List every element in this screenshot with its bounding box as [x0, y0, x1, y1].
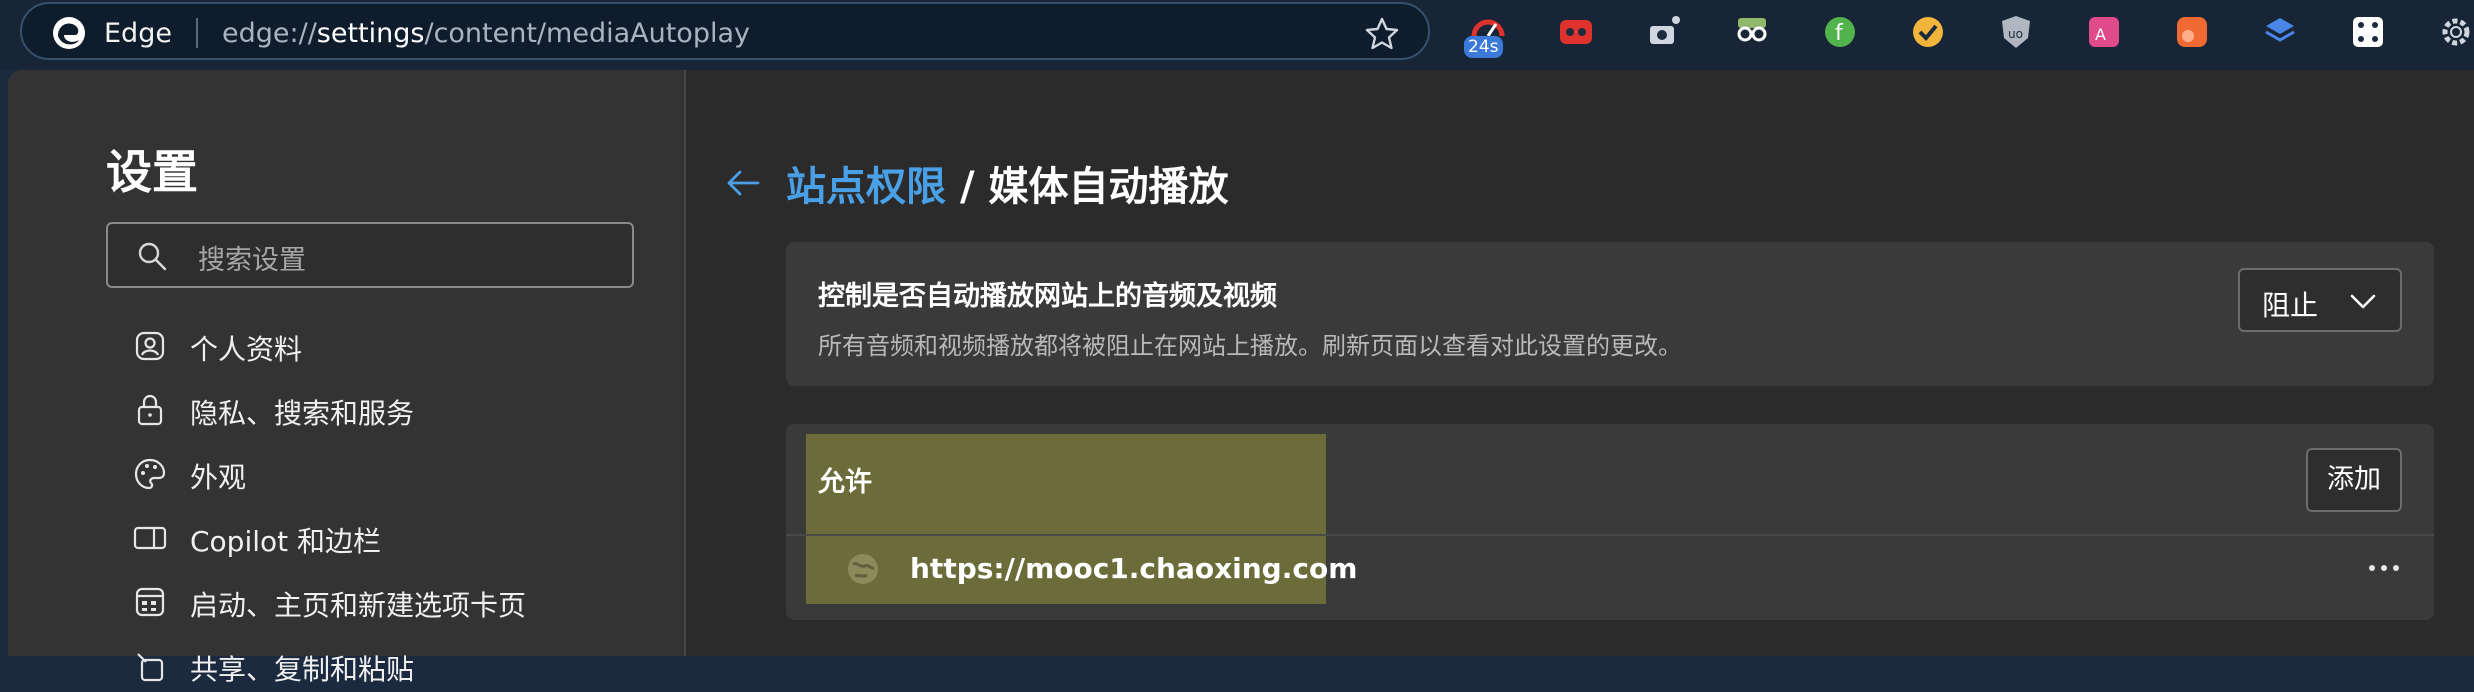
dice-extension-icon[interactable]: [2348, 12, 2388, 52]
svg-text:f: f: [1835, 21, 1844, 46]
allowed-site-url[interactable]: https://mooc1.chaoxing.com: [910, 552, 1357, 585]
sidebar-item-share[interactable]: 共享、复制和粘贴: [132, 642, 652, 692]
chevron-down-icon: [2350, 294, 2376, 309]
autoplay-setting-description: 所有音频和视频播放都将被阻止在网站上播放。刷新页面以查看对此设置的更改。: [818, 332, 1682, 360]
spy-extension-icon[interactable]: [1732, 12, 1772, 52]
sidebar-item-label: 共享、复制和粘贴: [190, 653, 415, 686]
browser-toolbar: Edge edge://settings/content/mediaAutopl…: [0, 0, 2474, 70]
page-title: 媒体自动播放: [988, 164, 1229, 210]
back-arrow-icon[interactable]: [722, 162, 764, 204]
ublock-extension-icon[interactable]: uo: [1996, 12, 2036, 52]
url-host: settings: [316, 18, 425, 49]
gear-extension-icon[interactable]: [2436, 12, 2474, 52]
address-bar[interactable]: Edge edge://settings/content/mediaAutopl…: [20, 2, 1430, 60]
green-f-extension-icon[interactable]: f: [1820, 12, 1860, 52]
layers-extension-icon[interactable]: [2260, 12, 2300, 52]
home-grid-icon: [135, 587, 165, 617]
sidebar-item-label: 外观: [190, 461, 247, 494]
breadcrumb-site-permissions[interactable]: 站点权限: [786, 164, 946, 210]
timer-badge: 24s: [1464, 36, 1503, 58]
red-extension-icon[interactable]: [1556, 12, 1596, 52]
more-options-icon[interactable]: [2364, 556, 2404, 580]
sidebar-item-label: 隐私、搜索和服务: [190, 397, 415, 430]
sidebar-item-privacy[interactable]: 隐私、搜索和服务: [132, 386, 652, 436]
edge-logo-icon: [53, 17, 85, 49]
share-icon: [137, 653, 164, 682]
sidebar-icon: [133, 526, 167, 550]
url-text[interactable]: edge://settings/content/mediaAutoplay: [222, 18, 750, 49]
settings-window: 设置 搜索设置 个人资料 隐私、搜索和服务 外观 Copilot 和边栏 启动、…: [8, 70, 2474, 686]
allow-section-title: 允许: [818, 467, 872, 498]
sidebar-item-label: 个人资料: [190, 333, 303, 366]
sidebar-item-label: Copilot 和边栏: [190, 525, 382, 558]
camera-extension-icon[interactable]: [1644, 12, 1684, 52]
globe-icon: [848, 554, 878, 584]
sidebar-divider: [684, 70, 686, 656]
address-divider: [196, 18, 198, 48]
search-icon: [138, 242, 167, 271]
settings-sidebar: 设置 搜索设置 个人资料 隐私、搜索和服务 外观 Copilot 和边栏 启动、…: [8, 70, 684, 686]
lock-icon: [137, 394, 163, 426]
autoplay-setting-title: 控制是否自动播放网站上的音频及视频: [818, 281, 1277, 312]
svg-text:uo: uo: [2008, 27, 2023, 41]
yellow-check-extension-icon[interactable]: [1908, 12, 1948, 52]
url-path: /content/mediaAutoplay: [424, 18, 750, 49]
browser-brand: Edge: [104, 18, 172, 49]
profile-icon: [135, 331, 165, 361]
autoplay-mode-value: 阻止: [2262, 289, 2319, 322]
settings-title: 设置: [106, 145, 198, 199]
orange-dots-extension-icon[interactable]: [2172, 12, 2212, 52]
svg-text:A: A: [2095, 25, 2106, 44]
breadcrumb-separator: /: [959, 164, 975, 210]
row-divider: [786, 534, 2434, 536]
timer-extension-icon[interactable]: 24s: [1464, 12, 1508, 58]
allow-list-card: 允许 添加 https://mooc1.chaoxing.com: [786, 424, 2434, 620]
url-prefix: edge://: [222, 18, 317, 49]
favorite-star-icon[interactable]: [1364, 16, 1400, 52]
sidebar-item-label: 启动、主页和新建选项卡页: [190, 589, 527, 622]
palette-icon: [134, 458, 166, 490]
add-site-button[interactable]: 添加: [2306, 448, 2402, 512]
sidebar-item-profile[interactable]: 个人资料: [132, 322, 652, 372]
translate-extension-icon[interactable]: A: [2084, 12, 2124, 52]
sidebar-item-copilot[interactable]: Copilot 和边栏: [132, 514, 652, 564]
search-placeholder: 搜索设置: [198, 245, 306, 276]
sidebar-item-startup[interactable]: 启动、主页和新建选项卡页: [132, 578, 652, 628]
breadcrumb: 站点权限 / 媒体自动播放: [786, 154, 1228, 212]
sidebar-item-appearance[interactable]: 外观: [132, 450, 652, 500]
autoplay-setting-card: 控制是否自动播放网站上的音频及视频 所有音频和视频播放都将被阻止在网站上播放。刷…: [786, 242, 2434, 386]
settings-search-input[interactable]: 搜索设置: [106, 222, 634, 288]
autoplay-mode-dropdown[interactable]: 阻止: [2238, 268, 2402, 332]
